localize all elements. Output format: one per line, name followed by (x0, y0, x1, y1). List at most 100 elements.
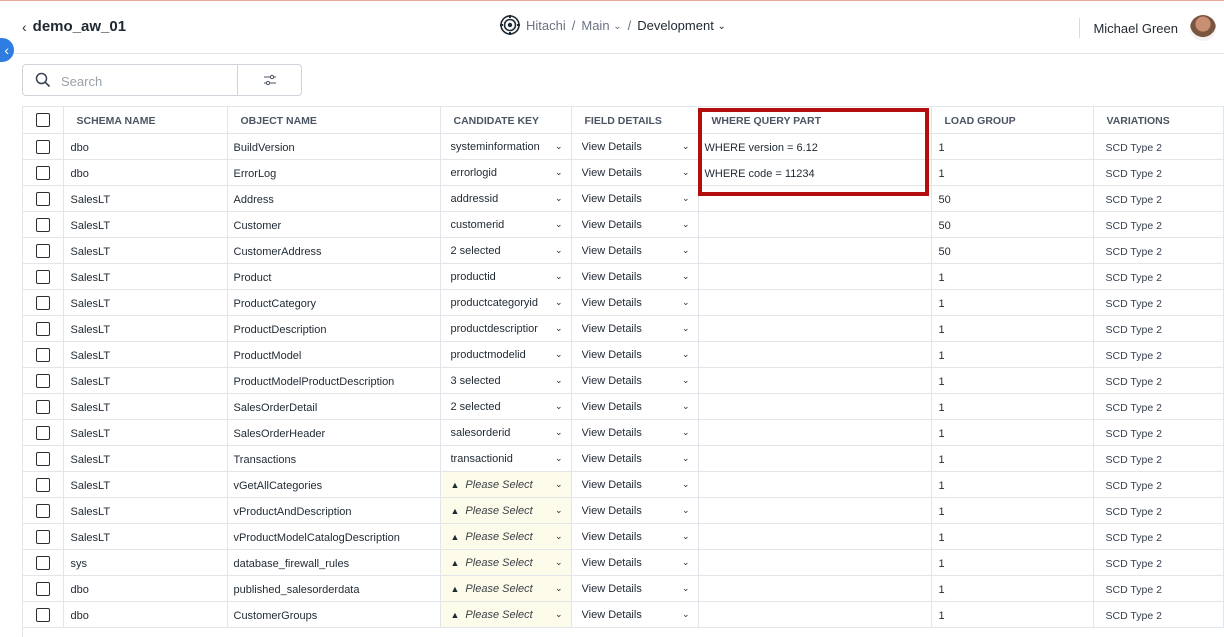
load-group-cell[interactable]: 1 (931, 133, 1094, 160)
candidate-key-dropdown[interactable]: ▲ Please Select ⌄ (441, 498, 571, 523)
candidate-key-dropdown[interactable]: salesorderid ⌄ (441, 420, 571, 445)
table-row[interactable]: SalesLT ProductModelProductDescription 3 s… (23, 367, 1224, 394)
field-details-dropdown[interactable]: View Details ⌄ (572, 498, 698, 523)
field-details-dropdown[interactable]: View Details ⌄ (572, 290, 698, 315)
user-menu[interactable]: Michael Green (1079, 11, 1224, 45)
column-header[interactable]: SCHEMA NAME (63, 107, 228, 134)
table-row[interactable]: SalesLT SalesOrderHeader salesorderid ⌄ View… (23, 419, 1224, 446)
breadcrumb-workspace[interactable]: Main ⌄ (581, 18, 621, 33)
candidate-key-dropdown[interactable]: productid ⌄ (441, 264, 571, 289)
candidate-key-dropdown[interactable]: ▲ Please Select ⌄ (441, 472, 571, 497)
column-header[interactable]: VARIATIONS (1093, 107, 1224, 134)
load-group-cell[interactable]: 1 (931, 367, 1094, 394)
table-row[interactable]: dbo BuildVersion systeminformation ⌄ View De… (23, 133, 1224, 160)
table-row[interactable]: SalesLT Address addressid ⌄ View Details ⌄ 50 S… (23, 185, 1224, 212)
candidate-key-dropdown[interactable]: 2 selected ⌄ (441, 238, 571, 263)
row-checkbox[interactable] (35, 243, 50, 258)
where-query-cell[interactable] (698, 393, 932, 420)
variations-cell[interactable]: SCD Type 2 (1093, 445, 1224, 472)
filter-settings-icon[interactable] (263, 73, 277, 87)
variations-cell[interactable]: SCD Type 2 (1093, 211, 1224, 238)
candidate-key-dropdown[interactable]: customerid ⌄ (441, 212, 571, 237)
table-row[interactable]: SalesLT ProductCategory productcategoryid ⌄… (23, 289, 1224, 316)
candidate-key-dropdown[interactable]: errorlogid ⌄ (441, 160, 571, 185)
candidate-key-dropdown[interactable]: productmodelid ⌄ (441, 342, 571, 367)
table-row[interactable]: SalesLT Customer customerid ⌄ View Details ⌄ 5… (23, 211, 1224, 238)
table-row[interactable]: SalesLT CustomerAddress 2 selected ⌄ View De… (23, 237, 1224, 264)
field-details-dropdown[interactable]: View Details ⌄ (572, 264, 698, 289)
table-row[interactable]: SalesLT vProductModelCatalogDescription ▲ P… (23, 523, 1224, 550)
variations-cell[interactable]: SCD Type 2 (1093, 601, 1224, 628)
load-group-cell[interactable]: 1 (931, 393, 1094, 420)
table-row[interactable]: dbo published_salesorderdata ▲ Please Selec… (23, 575, 1224, 602)
table-row[interactable]: dbo ErrorLog errorlogid ⌄ View Details ⌄ WHERE… (23, 159, 1224, 186)
field-details-dropdown[interactable]: View Details ⌄ (572, 394, 698, 419)
row-checkbox[interactable] (35, 269, 50, 284)
candidate-key-dropdown[interactable]: ▲ Please Select ⌄ (441, 576, 571, 601)
table-row[interactable]: SalesLT ProductModel productmodelid ⌄ View D… (23, 341, 1224, 368)
load-group-cell[interactable]: 1 (931, 471, 1094, 498)
environment-selector[interactable]: Development ⌄ (637, 18, 726, 33)
row-checkbox[interactable] (35, 607, 50, 622)
table-row[interactable]: SalesLT Product productid ⌄ View Details ⌄ 1 SC… (23, 263, 1224, 290)
field-details-dropdown[interactable]: View Details ⌄ (572, 602, 698, 627)
row-checkbox[interactable] (35, 347, 50, 362)
load-group-cell[interactable]: 50 (931, 185, 1094, 212)
load-group-cell[interactable]: 1 (931, 601, 1094, 628)
field-details-dropdown[interactable]: View Details ⌄ (572, 368, 698, 393)
table-row[interactable]: sys database_firewall_rules ▲ Please Select… (23, 549, 1224, 576)
variations-cell[interactable]: SCD Type 2 (1093, 263, 1224, 290)
table-row[interactable]: SalesLT vProductAndDescription ▲ Please Sel… (23, 497, 1224, 524)
load-group-cell[interactable]: 1 (931, 289, 1094, 316)
variations-cell[interactable]: SCD Type 2 (1093, 523, 1224, 550)
candidate-key-dropdown[interactable]: ▲ Please Select ⌄ (441, 602, 571, 627)
where-query-cell[interactable] (698, 237, 932, 264)
candidate-key-dropdown[interactable]: addressid ⌄ (441, 186, 571, 211)
row-checkbox[interactable] (35, 321, 50, 336)
field-details-dropdown[interactable]: View Details ⌄ (572, 524, 698, 549)
candidate-key-dropdown[interactable]: ▲ Please Select ⌄ (441, 524, 571, 549)
variations-cell[interactable]: SCD Type 2 (1093, 159, 1224, 186)
candidate-key-dropdown[interactable]: productdescriptior ⌄ (441, 316, 571, 341)
row-checkbox[interactable] (35, 581, 50, 596)
load-group-cell[interactable]: 1 (931, 159, 1094, 186)
select-all-checkbox[interactable] (35, 113, 50, 127)
field-details-dropdown[interactable]: View Details ⌄ (572, 316, 698, 341)
field-details-dropdown[interactable]: View Details ⌄ (572, 472, 698, 497)
load-group-cell[interactable]: 1 (931, 575, 1094, 602)
variations-cell[interactable]: SCD Type 2 (1093, 575, 1224, 602)
row-checkbox[interactable] (35, 373, 50, 388)
where-query-cell[interactable] (698, 601, 932, 628)
candidate-key-dropdown[interactable]: ▲ Please Select ⌄ (441, 550, 571, 575)
variations-cell[interactable]: SCD Type 2 (1093, 367, 1224, 394)
load-group-cell[interactable]: 1 (931, 419, 1094, 446)
where-query-cell[interactable] (698, 367, 932, 394)
variations-cell[interactable]: SCD Type 2 (1093, 315, 1224, 342)
row-checkbox[interactable] (35, 555, 50, 570)
where-query-cell[interactable] (698, 185, 932, 212)
row-checkbox[interactable] (35, 425, 50, 440)
variations-cell[interactable]: SCD Type 2 (1093, 289, 1224, 316)
row-checkbox[interactable] (35, 503, 50, 518)
field-details-dropdown[interactable]: View Details ⌄ (572, 550, 698, 575)
breadcrumb-org[interactable]: Hitachi (526, 18, 566, 33)
where-query-cell[interactable] (698, 497, 932, 524)
variations-cell[interactable]: SCD Type 2 (1093, 341, 1224, 368)
where-query-cell[interactable] (698, 575, 932, 602)
where-query-cell[interactable] (698, 289, 932, 316)
where-query-cell[interactable] (698, 263, 932, 290)
candidate-key-dropdown[interactable]: 3 selected ⌄ (441, 368, 571, 393)
candidate-key-dropdown[interactable]: systeminformation ⌄ (441, 134, 571, 159)
load-group-cell[interactable]: 1 (931, 315, 1094, 342)
row-checkbox[interactable] (35, 139, 50, 154)
row-checkbox[interactable] (35, 399, 50, 414)
where-query-cell[interactable]: WHERE code = 11234 (698, 159, 932, 186)
candidate-key-dropdown[interactable]: 2 selected ⌄ (441, 394, 571, 419)
where-query-cell[interactable] (698, 211, 932, 238)
table-row[interactable]: SalesLT vGetAllCategories ▲ Please Select ⌄ V… (23, 471, 1224, 498)
field-details-dropdown[interactable]: View Details ⌄ (572, 212, 698, 237)
load-group-cell[interactable]: 1 (931, 549, 1094, 576)
load-group-cell[interactable]: 50 (931, 211, 1094, 238)
variations-cell[interactable]: SCD Type 2 (1093, 549, 1224, 576)
load-group-cell[interactable]: 50 (931, 237, 1094, 264)
